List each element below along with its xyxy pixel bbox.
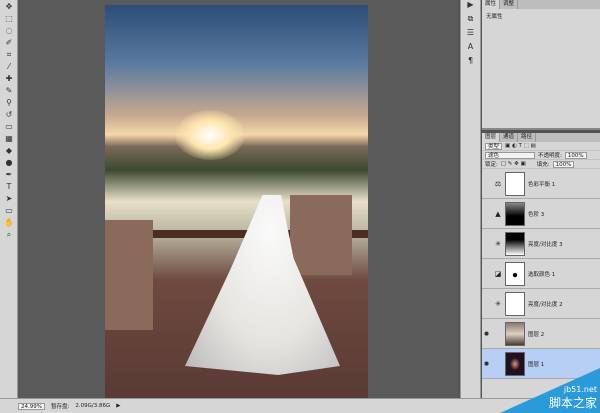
eraser-tool-icon[interactable]: ▭	[3, 122, 15, 132]
layer-row[interactable]: ● 图层 1	[482, 349, 600, 379]
layer-thumbnail	[505, 261, 525, 286]
dodge-tool-icon[interactable]: ●	[3, 158, 15, 168]
opacity-label: 不透明度:	[538, 153, 562, 159]
fill-label: 填充:	[536, 162, 550, 168]
history-icon[interactable]: ⧉	[461, 14, 480, 28]
lock-label: 锁定:	[485, 162, 498, 168]
layer-thumbnail	[505, 201, 525, 226]
layers-panel: 图层 通道 路径 类型 ▣ ◐ T ⬚ ▤ 滤色 不透明度: 100% 锁定: □ ✎ …	[482, 133, 600, 398]
status-menu-arrow[interactable]: ▶	[116, 403, 120, 409]
tab-properties[interactable]: 属性	[482, 0, 501, 9]
hand-tool-icon[interactable]: ✋	[3, 218, 15, 228]
paragraph-icon[interactable]: ¶	[461, 56, 480, 70]
tools-panel: ✥ ⬚ ◌ ✐ ⌗ ⁄ ✚ ✎ ⚲ ↺ ▭ ▦ ◆ ● ✒ T ➤ ▭ ✋ ⌕	[0, 0, 18, 398]
sun	[175, 110, 245, 160]
layer-thumbnail	[505, 321, 525, 346]
visibility-icon[interactable]: ●	[482, 331, 491, 337]
gradient-tool-icon[interactable]: ▦	[3, 134, 15, 144]
canvas-area[interactable]	[18, 0, 458, 398]
blend-mode-select[interactable]: 滤色	[485, 151, 535, 159]
marquee-tool-icon[interactable]: ⬚	[3, 14, 15, 24]
watermark-text: jb51.net 脚本之家	[548, 385, 597, 410]
layer-row[interactable]: ● 图层 2	[482, 319, 600, 349]
layer-row[interactable]: ▲ 色阶 3	[482, 199, 600, 229]
zoom-level[interactable]: 24.99%	[18, 402, 45, 410]
pillar-right	[290, 195, 352, 275]
layer-name: 亮度/对比度 2	[528, 301, 563, 308]
pillar-left	[105, 220, 153, 330]
sun-icon: ✳	[495, 239, 501, 248]
layer-thumbnail	[505, 351, 525, 376]
actions-icon[interactable]: ☰	[461, 28, 480, 42]
tab-layers[interactable]: 图层	[482, 133, 501, 142]
filter-select[interactable]: 类型	[485, 142, 503, 150]
document-image[interactable]	[105, 5, 368, 398]
scratch-value: 2.09G/3.86G	[75, 403, 111, 409]
filter-icons[interactable]: ▣ ◐ T ⬚ ▤	[505, 143, 536, 149]
pen-tool-icon[interactable]: ✒	[3, 170, 15, 180]
layer-name: 色阶 3	[528, 211, 545, 218]
visibility-icon[interactable]: ●	[482, 361, 491, 367]
play-icon[interactable]: ▶	[461, 0, 480, 14]
levels-icon: ▲	[495, 209, 501, 218]
quick-select-tool-icon[interactable]: ✐	[3, 38, 15, 48]
layer-name: 亮度/对比度 3	[528, 241, 563, 248]
lock-icons[interactable]: □ ✎ ✥ ▣	[501, 161, 526, 167]
layer-row[interactable]: ✳ 亮度/对比度 2	[482, 289, 600, 319]
eyedropper-tool-icon[interactable]: ⁄	[3, 62, 15, 72]
layer-name: 选取颜色 1	[528, 271, 556, 278]
character-icon[interactable]: A	[461, 42, 480, 56]
brush-tool-icon[interactable]: ✎	[3, 86, 15, 96]
layer-thumbnail	[505, 291, 525, 316]
fill-input[interactable]: 100%	[552, 160, 575, 168]
zoom-tool-icon[interactable]: ⌕	[3, 230, 15, 240]
healing-tool-icon[interactable]: ✚	[3, 74, 15, 84]
tab-channels[interactable]: 通道	[500, 133, 519, 142]
layer-row[interactable]: ⚖ 色彩平衡 1	[482, 169, 600, 199]
layer-name: 图层 2	[528, 331, 545, 338]
scratch-label: 暂存盘:	[50, 404, 70, 410]
layer-name: 色彩平衡 1	[528, 181, 556, 188]
sun-icon: ✳	[495, 299, 501, 308]
layer-thumbnail	[505, 171, 525, 196]
shape-tool-icon[interactable]: ▭	[3, 206, 15, 216]
properties-panel: 属性 调整 无属性	[482, 0, 600, 130]
balance-icon: ⚖	[494, 179, 502, 188]
type-tool-icon[interactable]: T	[3, 182, 15, 192]
selective-icon: ◪	[494, 269, 502, 278]
path-select-tool-icon[interactable]: ➤	[3, 194, 15, 204]
move-tool-icon[interactable]: ✥	[3, 2, 15, 12]
panel-icons-column: ▶ ⧉ ☰ A ¶	[460, 0, 481, 398]
crop-tool-icon[interactable]: ⌗	[3, 50, 15, 60]
lasso-tool-icon[interactable]: ◌	[3, 26, 15, 36]
layer-name: 图层 1	[528, 361, 545, 368]
layer-row[interactable]: ◪ 选取颜色 1	[482, 259, 600, 289]
blur-tool-icon[interactable]: ◆	[3, 146, 15, 156]
opacity-input[interactable]: 100%	[564, 151, 587, 159]
layer-thumbnail	[505, 231, 525, 256]
tab-adjustments[interactable]: 调整	[500, 0, 519, 9]
tab-paths[interactable]: 路径	[518, 133, 537, 142]
history-brush-tool-icon[interactable]: ↺	[3, 110, 15, 120]
layer-row[interactable]: ✳ 亮度/对比度 3	[482, 229, 600, 259]
stamp-tool-icon[interactable]: ⚲	[3, 98, 15, 108]
no-properties-label: 无属性	[486, 14, 503, 20]
